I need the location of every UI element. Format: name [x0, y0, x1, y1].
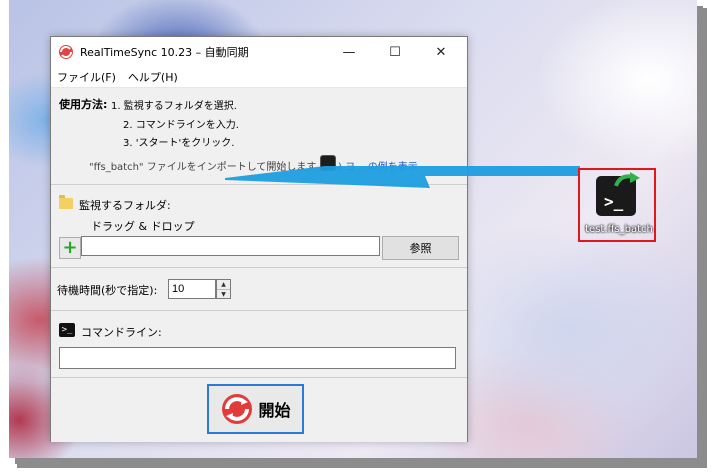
close-button[interactable]: ✕: [418, 37, 464, 67]
window-title: RealTimeSync 10.23 – 自動同期: [80, 46, 249, 59]
folder-icon: [59, 195, 73, 209]
start-section: 開始: [51, 378, 467, 442]
wait-label: 待機時間(秒で指定):: [57, 284, 158, 297]
wait-time-input[interactable]: [168, 279, 216, 299]
desktop-shadow-bottom: [17, 458, 707, 468]
spin-up-icon[interactable]: ▲: [217, 280, 230, 290]
drag-drop-hint: ドラッグ & ドロップ: [91, 220, 195, 233]
command-section: >_ コマンドライン:: [51, 311, 467, 378]
realtimesync-icon: [59, 45, 73, 59]
folder-label: 監視するフォルダ:: [79, 199, 171, 212]
maximize-button[interactable]: ☐: [372, 37, 418, 67]
folder-section: 監視するフォルダ: ドラッグ & ドロップ + 参照: [51, 185, 467, 268]
folder-path-input[interactable]: [81, 236, 380, 256]
add-folder-button[interactable]: +: [59, 237, 81, 259]
shortcut-prompt-icon: >_: [604, 192, 624, 211]
spin-down-icon[interactable]: ▼: [217, 290, 230, 299]
terminal-icon: >_: [59, 323, 75, 337]
title-bar[interactable]: RealTimeSync 10.23 – 自動同期 — ☐ ✕: [51, 37, 467, 67]
usage-step-1: 1. 監視するフォルダを選択.: [111, 101, 237, 112]
menu-bar: ファイル(F) ヘルプ(H): [51, 67, 467, 88]
wait-section: 待機時間(秒で指定): ▲ ▼: [51, 268, 467, 311]
app-window: RealTimeSync 10.23 – 自動同期 — ☐ ✕ ファイル(F) …: [50, 36, 468, 442]
drag-arrow: [225, 166, 580, 188]
menu-file[interactable]: ファイル(F): [55, 69, 118, 85]
menu-help[interactable]: ヘルプ(H): [126, 69, 180, 85]
shortcut-label[interactable]: test.ffs_batch: [583, 224, 655, 235]
minimize-button[interactable]: —: [326, 37, 372, 67]
shortcut-arrow-icon: [614, 172, 640, 187]
command-line-input[interactable]: [59, 347, 456, 369]
usage-step-3: 3. 'スタート'をクリック.: [123, 138, 235, 149]
start-button[interactable]: 開始: [207, 384, 304, 434]
browse-button[interactable]: 参照: [382, 236, 459, 260]
usage-label: 使用方法:: [59, 98, 108, 111]
desktop-shadow-right: [697, 8, 707, 466]
wait-time-spinner[interactable]: ▲ ▼: [216, 279, 231, 299]
usage-step-2: 2. コマンドラインを入力.: [123, 120, 239, 131]
plus-icon: +: [62, 237, 78, 258]
command-label: コマンドライン:: [81, 326, 162, 339]
sync-icon: [222, 394, 253, 424]
start-label: 開始: [258, 401, 291, 420]
